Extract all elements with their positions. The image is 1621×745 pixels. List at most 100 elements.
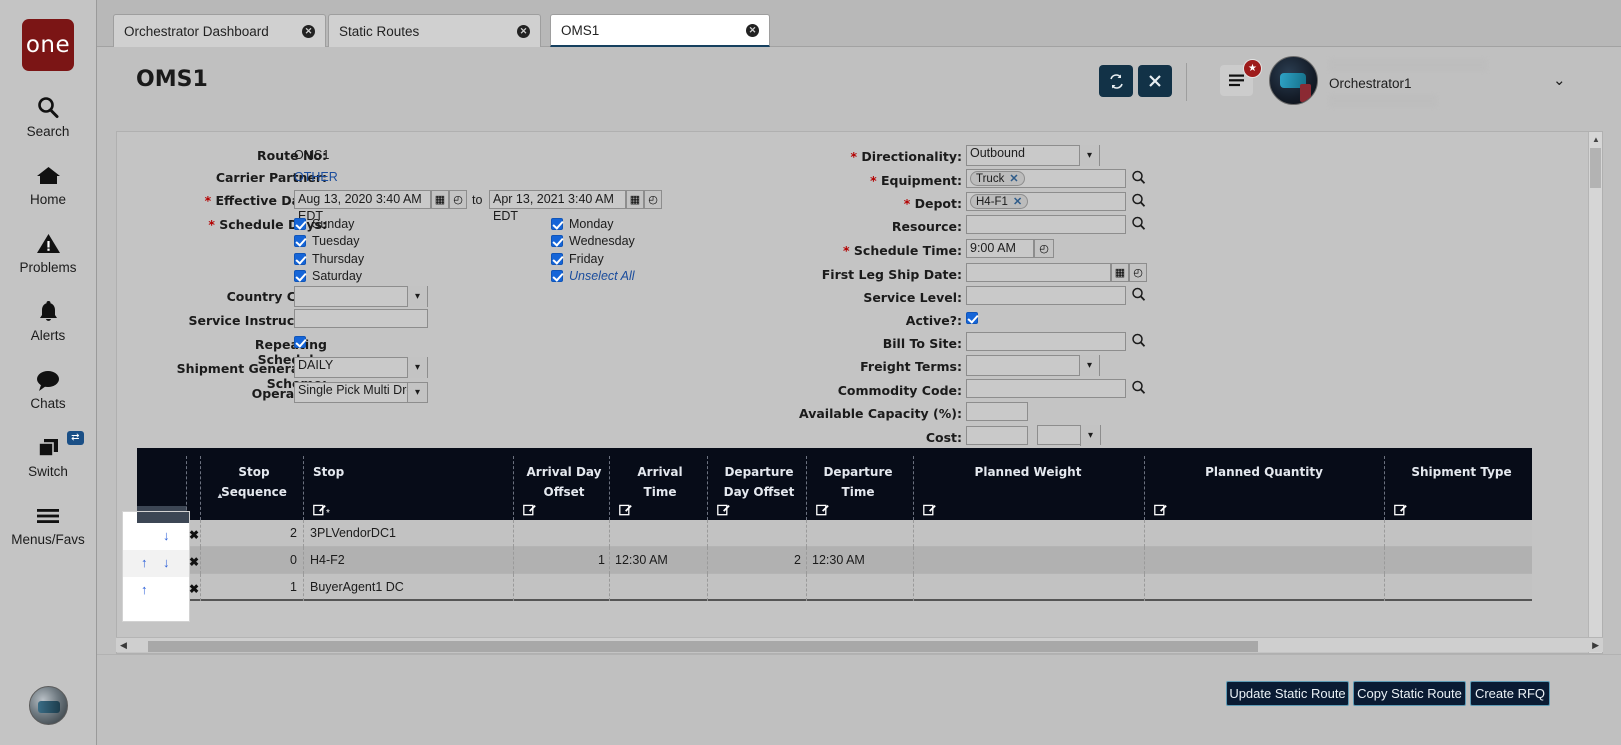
service-level-search-icon[interactable] xyxy=(1131,287,1146,302)
calendar-icon[interactable]: ▦ xyxy=(626,190,644,209)
unselect-all-toggle[interactable]: Unselect All xyxy=(551,269,635,283)
edit-icon[interactable]: * xyxy=(313,503,330,519)
commodity-code-search-icon[interactable] xyxy=(1131,380,1146,395)
depot-input[interactable]: H4-F1✕ xyxy=(966,192,1126,211)
grid-horizontal-scrollbar[interactable]: ◀ ▶ xyxy=(116,637,1603,652)
update-static-route-button[interactable]: Update Static Route xyxy=(1226,681,1349,706)
move-down-icon[interactable]: ↓ xyxy=(163,528,170,543)
depot-search-icon[interactable] xyxy=(1131,193,1146,208)
service-level-input[interactable] xyxy=(966,286,1126,305)
equipment-search-icon[interactable] xyxy=(1131,170,1146,185)
cost-input[interactable] xyxy=(966,426,1028,445)
scroll-up-icon[interactable]: ▲ xyxy=(1592,135,1600,144)
effective-date-to-input[interactable]: Apr 13, 2021 3:40 AM EDT xyxy=(489,190,626,209)
edit-icon[interactable] xyxy=(1394,503,1407,519)
schedule-time-input[interactable]: 9:00 AM xyxy=(966,239,1034,258)
sort-ascending-icon[interactable]: ▲ xyxy=(216,491,224,500)
clock-icon[interactable]: ◴ xyxy=(1129,263,1147,282)
checkbox-friday[interactable]: Friday xyxy=(551,252,604,266)
calendar-icon[interactable]: ▦ xyxy=(431,190,449,209)
avatar[interactable] xyxy=(29,686,68,725)
tab-orchestrator-dashboard[interactable]: Orchestrator Dashboard ✕ xyxy=(113,14,326,47)
directionality-select[interactable]: Outbound ▾ xyxy=(966,145,1100,166)
sidebar-item-problems[interactable]: Problems xyxy=(0,229,97,275)
shipment-generation-scheme-select[interactable]: DAILY ▾ xyxy=(294,357,428,378)
resource-input[interactable] xyxy=(966,215,1126,234)
carrier-partner-value[interactable]: OTHER xyxy=(294,170,338,184)
checkbox-active[interactable] xyxy=(966,312,984,324)
edit-icon[interactable] xyxy=(717,503,730,519)
clock-icon[interactable]: ◴ xyxy=(449,190,467,209)
effective-date-from-input[interactable]: Aug 13, 2020 3:40 AM EDT xyxy=(294,190,431,209)
star-icon[interactable]: ★ xyxy=(1243,59,1262,78)
edit-icon[interactable] xyxy=(619,503,632,519)
switch-badge-icon[interactable]: ⇄ xyxy=(67,431,83,445)
edit-icon[interactable] xyxy=(816,503,829,519)
equipment-input[interactable]: Truck✕ xyxy=(966,169,1126,188)
checkbox-sunday[interactable]: Sunday xyxy=(294,217,354,231)
table-row[interactable]: 1 BuyerAgent1 DC xyxy=(137,574,1532,601)
sidebar-item-home[interactable]: Home xyxy=(0,161,97,207)
avatar[interactable] xyxy=(1269,56,1318,105)
clock-icon[interactable]: ◴ xyxy=(1034,239,1054,258)
column-header-shipment-type[interactable]: Shipment Type xyxy=(1394,462,1529,482)
sidebar-item-switch[interactable]: ⇄ Switch xyxy=(0,433,97,479)
service-instruction-input[interactable] xyxy=(294,309,428,328)
close-button[interactable] xyxy=(1138,65,1172,97)
create-rfq-button[interactable]: Create RFQ xyxy=(1470,681,1550,706)
close-icon[interactable]: ✕ xyxy=(288,25,315,38)
refresh-button[interactable] xyxy=(1099,65,1133,97)
delete-x-icon[interactable]: ✖ xyxy=(189,555,199,569)
scrollbar-thumb[interactable] xyxy=(1590,148,1601,188)
clock-icon[interactable]: ◴ xyxy=(644,190,662,209)
delete-x-icon[interactable]: ✖ xyxy=(189,582,199,596)
sidebar-item-chats[interactable]: Chats xyxy=(0,365,97,411)
tab-static-routes[interactable]: Static Routes ✕ xyxy=(328,14,541,47)
column-header-arrival-day-offset[interactable]: Arrival Day Offset xyxy=(523,462,605,502)
depot-chip[interactable]: H4-F1✕ xyxy=(970,194,1028,209)
tab-oms1[interactable]: OMS1 ✕ xyxy=(550,14,770,47)
column-header-arrival-time[interactable]: Arrival Time xyxy=(619,462,701,502)
table-row[interactable]: 0 H4-F2 1 12:30 AM 2 12:30 AM xyxy=(137,547,1532,574)
move-up-icon[interactable]: ↑ xyxy=(141,555,148,570)
user-info[interactable]: Orchestrator1 xyxy=(1329,59,1489,107)
checkbox-monday[interactable]: Monday xyxy=(551,217,613,231)
cost-currency-select[interactable]: ▾ xyxy=(1037,425,1101,445)
close-icon[interactable]: ✕ xyxy=(503,25,530,38)
first-leg-ship-date-input[interactable] xyxy=(966,263,1111,282)
close-icon[interactable]: ✕ xyxy=(732,24,759,37)
sidebar-item-menus-favs[interactable]: Menus/Favs xyxy=(0,501,97,547)
available-capacity-input[interactable] xyxy=(966,402,1028,421)
edit-icon[interactable] xyxy=(923,503,936,519)
edit-icon[interactable] xyxy=(523,503,536,519)
scrollbar-track[interactable] xyxy=(130,639,1589,652)
column-header-stop[interactable]: Stop xyxy=(313,462,373,482)
scroll-left-icon[interactable]: ◀ xyxy=(120,640,127,651)
checkbox-thursday[interactable]: Thursday xyxy=(294,252,364,266)
bill-to-site-search-icon[interactable] xyxy=(1131,333,1146,348)
checkbox-tuesday[interactable]: Tuesday xyxy=(294,234,359,248)
move-down-icon[interactable]: ↓ xyxy=(163,555,170,570)
freight-terms-select[interactable]: ▾ xyxy=(966,355,1100,376)
chevron-down-icon[interactable]: ⌄ xyxy=(1553,71,1566,89)
commodity-code-input[interactable] xyxy=(966,379,1126,398)
column-header-planned-quantity[interactable]: Planned Quantity xyxy=(1154,462,1374,482)
brand-logo[interactable]: one xyxy=(22,19,74,71)
column-header-departure-day-offset[interactable]: Departure Day Offset xyxy=(717,462,801,502)
column-header-planned-weight[interactable]: Planned Weight xyxy=(923,462,1133,482)
column-header-departure-time[interactable]: Departure Time xyxy=(816,462,900,502)
edit-icon[interactable] xyxy=(1154,503,1167,519)
sidebar-item-search[interactable]: Search xyxy=(0,93,97,139)
resource-search-icon[interactable] xyxy=(1131,216,1146,231)
delete-x-icon[interactable]: ✖ xyxy=(189,528,199,542)
chip-remove-icon[interactable]: ✕ xyxy=(1013,195,1022,208)
panel-vertical-scrollbar[interactable]: ▲ ▼ xyxy=(1588,132,1602,653)
scrollbar-thumb[interactable] xyxy=(148,641,1258,652)
move-up-icon[interactable]: ↑ xyxy=(141,582,148,597)
scroll-right-icon[interactable]: ▶ xyxy=(1592,640,1599,651)
checkbox-wednesday[interactable]: Wednesday xyxy=(551,234,635,248)
copy-static-route-button[interactable]: Copy Static Route xyxy=(1353,681,1466,706)
chip-remove-icon[interactable]: ✕ xyxy=(1009,172,1018,185)
equipment-chip[interactable]: Truck✕ xyxy=(970,171,1025,186)
operation-select[interactable]: Single Pick Multi Drop ▾ xyxy=(294,382,428,403)
